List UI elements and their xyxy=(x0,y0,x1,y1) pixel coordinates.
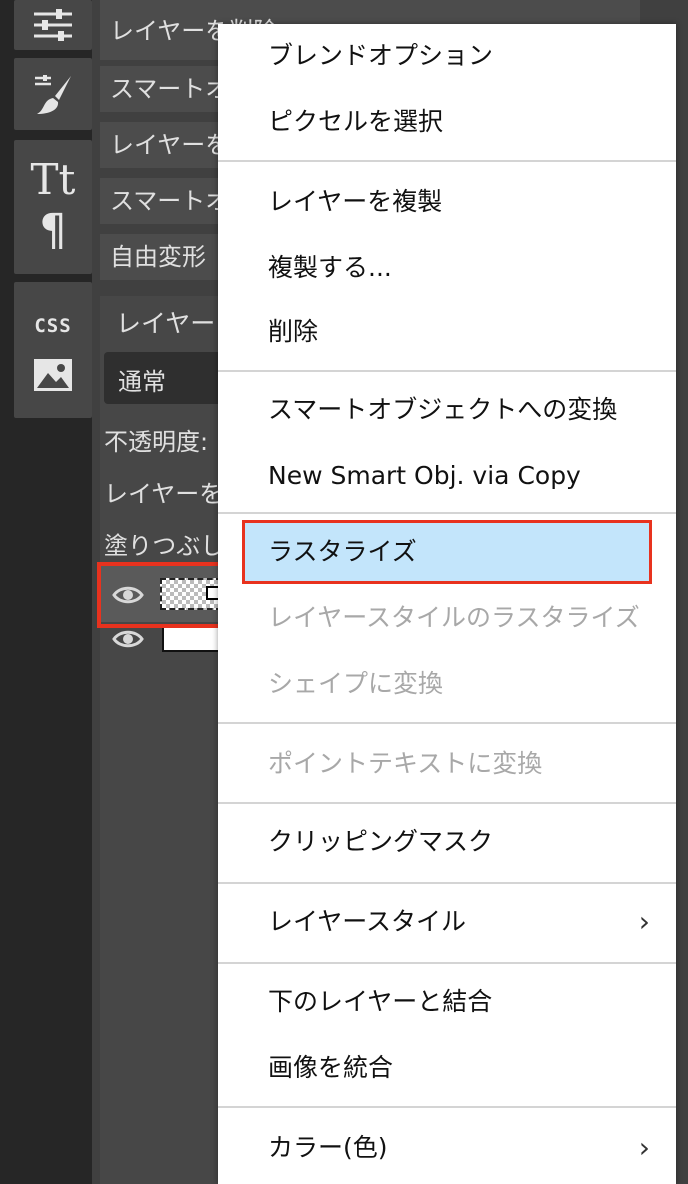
menu-item-clipping-mask[interactable]: クリッピングマスク xyxy=(218,812,676,872)
sliders-icon xyxy=(34,9,72,41)
menu-item-rasterize[interactable]: ラスタライズ xyxy=(218,522,676,582)
menu-item-flatten-image[interactable]: 画像を統合 xyxy=(218,1038,676,1098)
paragraph-icon: ¶ xyxy=(39,205,67,256)
menu-item-merge-down[interactable]: 下のレイヤーと結合 xyxy=(218,972,676,1032)
layer-header: レイヤー xyxy=(116,309,216,338)
chevron-right-icon: › xyxy=(638,905,650,938)
image-icon xyxy=(34,359,72,391)
menu-separator xyxy=(218,1106,676,1108)
lock-label: レイヤーを xyxy=(104,480,224,508)
css-icon: CSS xyxy=(34,315,72,337)
opacity-label: 不透明度: xyxy=(104,428,209,456)
adjustments-tool[interactable] xyxy=(14,0,92,50)
menu-separator xyxy=(218,962,676,964)
layer-thumbnail-white xyxy=(162,626,222,652)
media-tool[interactable]: CSS xyxy=(14,282,92,418)
context-menu-lower: ラスタライズ レイヤースタイルのラスタライズ シェイプに変換 ポイントテキストに… xyxy=(218,24,676,1184)
eye-icon[interactable] xyxy=(112,628,144,650)
chevron-right-icon: › xyxy=(638,1131,650,1164)
text-tool[interactable]: Tt ¶ xyxy=(14,140,92,274)
fill-label: 塗りつぶし xyxy=(104,532,225,560)
menu-item-color[interactable]: カラー(色) › xyxy=(218,1118,676,1178)
menu-item-convert-to-point-text: ポイントテキストに変換 xyxy=(268,749,543,778)
text-icon: Tt xyxy=(30,155,76,204)
menu-item-layer-style-label: レイヤースタイル xyxy=(268,907,467,936)
brush-tool[interactable] xyxy=(14,58,92,130)
brush-icon xyxy=(35,75,71,114)
menu-separator xyxy=(218,882,676,884)
menu-item-layer-style[interactable]: レイヤースタイル › xyxy=(218,892,676,952)
menu-separator xyxy=(218,722,676,724)
toolbar: Tt ¶ CSS xyxy=(0,0,92,1184)
menu-separator xyxy=(218,802,676,804)
menu-item-color-label: カラー(色) xyxy=(268,1133,388,1162)
annotation-highlight-layer xyxy=(97,562,225,628)
menu-item-convert-to-shape: シェイプに変換 xyxy=(268,669,444,698)
menu-item-rasterize-layer-style: レイヤースタイルのラスタライズ xyxy=(268,603,640,632)
blend-mode-value: 通常 xyxy=(118,368,166,396)
blend-mode-select[interactable]: 通常 xyxy=(104,352,234,404)
